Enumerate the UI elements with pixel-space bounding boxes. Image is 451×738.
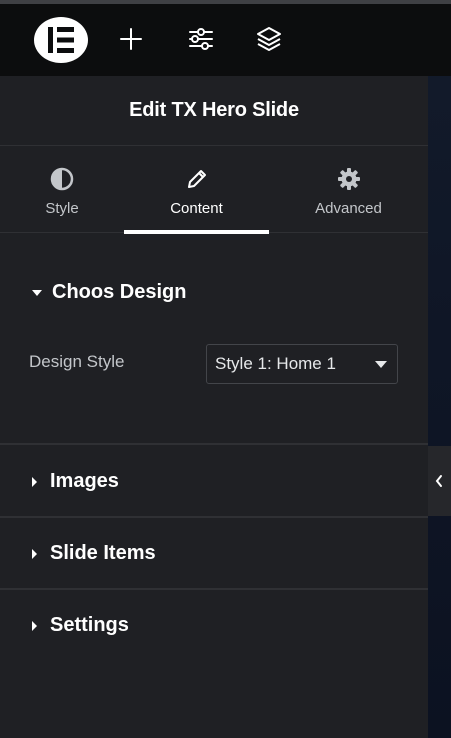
section-title: Slide Items [50, 542, 156, 564]
half-circle-icon [50, 167, 74, 191]
chevron-left-icon [435, 475, 442, 487]
tab-style[interactable]: Style [0, 147, 124, 233]
add-element-button[interactable] [116, 24, 146, 54]
section-slide-items-toggle[interactable]: Slide Items [31, 542, 156, 565]
section-title: Images [50, 470, 119, 492]
sliders-icon [189, 28, 213, 50]
collapse-panel-button[interactable] [428, 446, 451, 516]
structure-layers-button[interactable] [254, 24, 284, 54]
site-settings-button[interactable] [186, 24, 216, 54]
plus-icon [120, 28, 142, 50]
section-title: Choos Design [52, 281, 187, 303]
section-images[interactable]: Images [0, 446, 428, 518]
tab-content[interactable]: Content [124, 147, 269, 234]
gear-icon [337, 168, 360, 190]
section-title: Settings [50, 614, 129, 636]
pencil-icon [187, 170, 206, 188]
caret-down-icon [32, 289, 42, 296]
editor-panel: Edit TX Hero Slide Style Content Advance… [0, 76, 428, 738]
design-style-label: Design Style [29, 352, 125, 371]
elementor-logo-icon [48, 27, 74, 53]
caret-right-icon [32, 476, 37, 487]
caret-down-icon [375, 361, 387, 368]
section-images-toggle[interactable]: Images [31, 470, 119, 493]
panel-tabs: Style Content Advanced [0, 147, 428, 234]
caret-right-icon [32, 548, 37, 559]
canvas-preview-edge [428, 76, 451, 738]
tab-style-label: Style [45, 200, 79, 217]
section-settings[interactable]: Settings [0, 590, 428, 662]
panel-title: Edit TX Hero Slide [129, 99, 299, 121]
elementor-logo-button[interactable] [34, 17, 88, 63]
section-choose-design: Choos Design Design Style Style 1: Home … [0, 234, 428, 445]
tab-advanced-label: Advanced [315, 200, 382, 217]
editor-topbar [0, 4, 451, 76]
layers-icon [257, 27, 281, 51]
design-style-select[interactable]: Style 1: Home 1 [206, 344, 398, 384]
tab-content-label: Content [170, 200, 223, 217]
panel-header: Edit TX Hero Slide [0, 76, 428, 146]
design-style-value: Style 1: Home 1 [215, 354, 336, 373]
section-settings-toggle[interactable]: Settings [31, 614, 129, 637]
section-choose-design-toggle[interactable]: Choos Design [31, 281, 186, 304]
section-slide-items[interactable]: Slide Items [0, 518, 428, 590]
caret-right-icon [32, 620, 37, 631]
tab-advanced[interactable]: Advanced [269, 147, 428, 233]
